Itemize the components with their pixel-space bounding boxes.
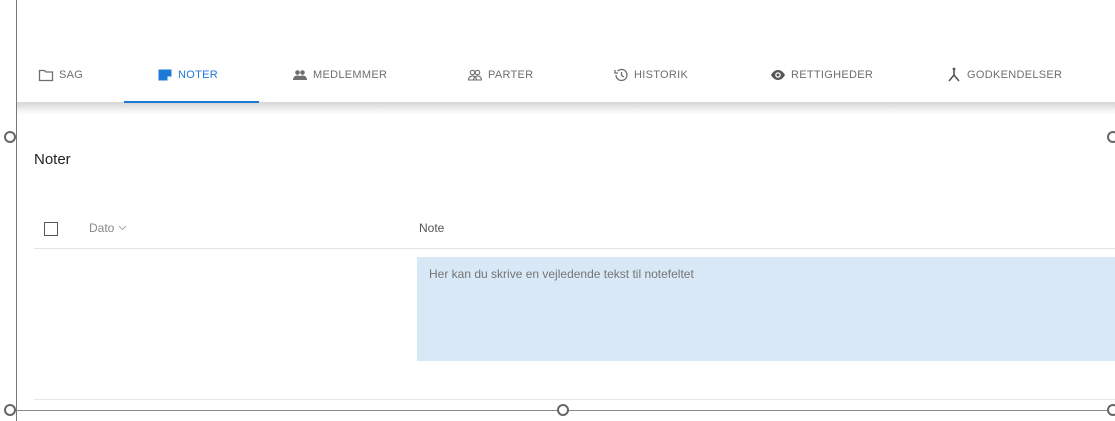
people-outline-icon xyxy=(467,69,483,81)
tab-bar: SAG NOTER MEDLEMMER PARTER HISTORIK RETT… xyxy=(17,47,1115,103)
column-header-dato[interactable]: Dato xyxy=(89,221,127,235)
select-all-checkbox[interactable] xyxy=(44,222,58,236)
tab-sag[interactable]: SAG xyxy=(38,47,83,102)
group-icon xyxy=(293,69,307,80)
note-icon xyxy=(158,69,172,80)
tab-label: RETTIGHEDER xyxy=(791,68,874,81)
tab-label: NOTER xyxy=(178,68,218,81)
resize-handle[interactable] xyxy=(557,404,569,416)
tab-label: MEDLEMMER xyxy=(313,68,388,81)
note-textarea[interactable] xyxy=(417,257,1115,361)
tab-medlemmer[interactable]: MEDLEMMER xyxy=(292,47,387,102)
resize-handle[interactable] xyxy=(4,404,16,416)
table-header: Dato Note xyxy=(34,210,1115,249)
tab-label: HISTORIK xyxy=(634,68,689,81)
merge-icon xyxy=(948,67,960,82)
tab-noter[interactable]: NOTER xyxy=(157,47,218,102)
column-label: Dato xyxy=(89,221,115,235)
resize-handle[interactable] xyxy=(1107,404,1115,416)
tab-label: PARTER xyxy=(488,68,534,81)
resize-handle[interactable] xyxy=(1107,131,1115,143)
tab-parter[interactable]: PARTER xyxy=(467,47,533,102)
column-header-note: Note xyxy=(419,221,445,235)
tab-godkendelser[interactable]: GODKENDELSER xyxy=(946,47,1062,102)
chevron-down-icon xyxy=(119,225,127,231)
tab-label: SAG xyxy=(59,68,84,81)
tab-label: GODKENDELSER xyxy=(967,68,1063,81)
row-divider xyxy=(34,399,1115,400)
section-title: Noter xyxy=(34,151,71,168)
eye-icon xyxy=(771,69,785,80)
folder-icon xyxy=(38,69,54,81)
resize-handle[interactable] xyxy=(4,131,16,143)
tab-historik[interactable]: HISTORIK xyxy=(613,47,688,102)
history-icon xyxy=(614,68,628,81)
tab-bar-shadow xyxy=(17,103,1115,115)
tab-rettigheder[interactable]: RETTIGHEDER xyxy=(770,47,873,102)
